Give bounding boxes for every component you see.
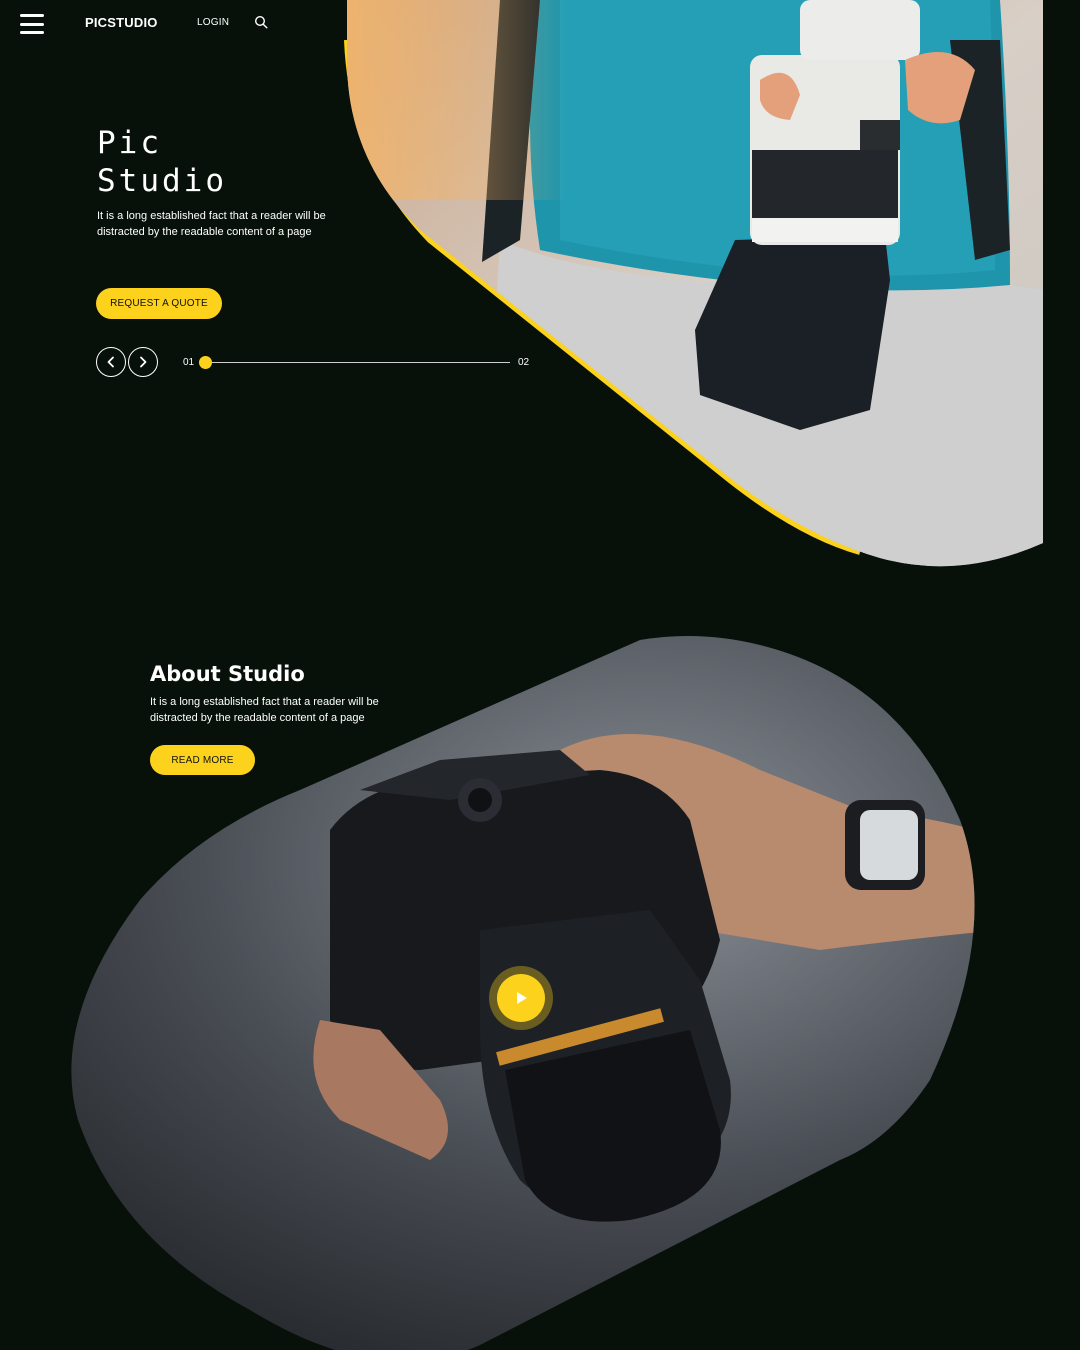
play-icon [517, 992, 527, 1004]
slider-handle[interactable] [198, 356, 212, 369]
hamburger-menu-icon[interactable] [20, 14, 44, 34]
play-video-button[interactable] [489, 966, 553, 1030]
chevron-left-icon [107, 356, 114, 368]
menu-bar [20, 22, 44, 26]
slider-track[interactable] [205, 362, 510, 363]
menu-bar [20, 14, 44, 17]
login-link[interactable]: LOGIN [197, 17, 229, 28]
request-quote-button[interactable]: REQUEST A QUOTE [96, 288, 222, 319]
menu-bar [20, 31, 44, 34]
prev-slide-button[interactable] [96, 347, 126, 377]
slide-total-label: 02 [518, 357, 530, 368]
next-slide-button[interactable] [128, 347, 158, 377]
about-title: About Studio [150, 662, 305, 686]
hero-title-line: Pic [97, 125, 162, 161]
about-description: It is a long established fact that a rea… [150, 696, 379, 724]
play-button-core [497, 974, 545, 1022]
read-more-button[interactable]: READ MORE [150, 745, 255, 775]
brand-logo[interactable]: PICSTUDIO [85, 15, 158, 30]
hero-title-line: Studio [97, 163, 227, 199]
hero-title: Pic Studio [97, 124, 227, 200]
slide-current-label: 01 [183, 357, 195, 368]
search-icon[interactable] [254, 15, 268, 29]
chevron-right-icon [140, 356, 147, 368]
hero-description: It is a long established fact that a rea… [97, 210, 326, 238]
